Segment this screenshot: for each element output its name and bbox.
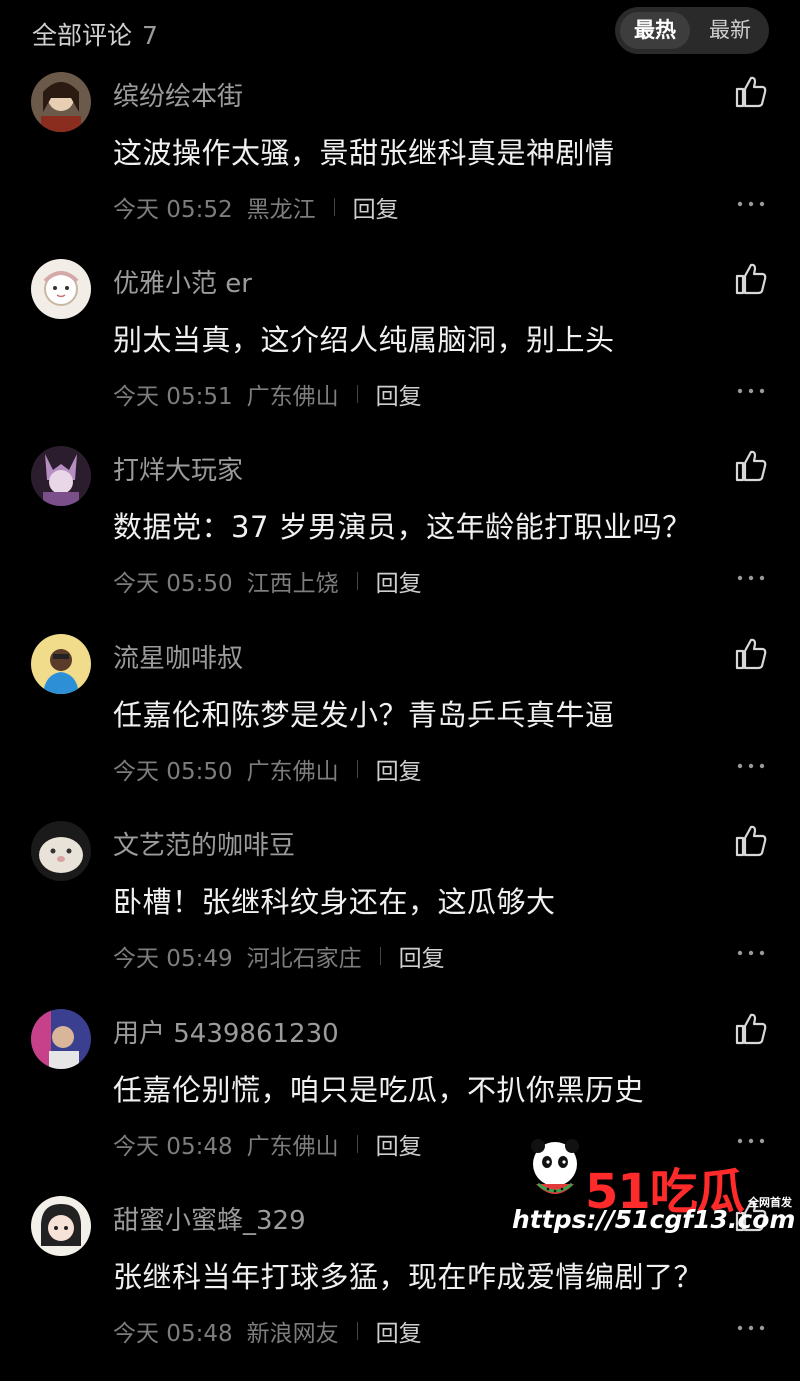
comment-username[interactable]: 文艺范的咖啡豆 — [113, 825, 295, 862]
thumbs-up-icon[interactable] — [733, 823, 769, 859]
comment-username[interactable]: 打烊大玩家 — [113, 450, 243, 487]
more-dots-icon[interactable] — [736, 381, 766, 401]
comment-time: 今天 05:49 — [113, 946, 233, 972]
comment-item: 流星咖啡叔 任嘉伦和陈梦是发小？青岛乒乓真牛逼 今天 05:50 广东佛山 回复 — [0, 634, 800, 819]
reply-button[interactable]: 回复 — [376, 752, 422, 786]
divider — [379, 947, 381, 965]
comment-location: 新浪网友 — [246, 1321, 339, 1347]
divider — [356, 1135, 358, 1153]
comment-username[interactable]: 用户 5439861230 — [113, 1013, 339, 1050]
avatar[interactable] — [31, 259, 91, 319]
comments-header: 全部评论 7 最热 最新 — [0, 0, 800, 68]
comment-username[interactable]: 流星咖啡叔 — [113, 638, 243, 675]
comment-time: 今天 05:50 — [113, 571, 233, 597]
divider — [356, 1322, 358, 1340]
comment-text: 卧槽！张继科纹身还在，这瓜够大 — [113, 885, 556, 919]
comment-time: 今天 05:48 — [113, 1134, 233, 1160]
comment-text: 这波操作太骚，景甜张继科真是神剧情 — [113, 136, 615, 170]
comment-username[interactable]: 优雅小范 er — [113, 263, 252, 300]
comment-location: 黑龙江 — [246, 197, 316, 223]
divider — [356, 572, 358, 590]
reply-button[interactable]: 回复 — [376, 377, 422, 411]
comment-item: 优雅小范 er 别太当真，这介绍人纯属脑洞，别上头 今天 05:51 广东佛山 … — [0, 259, 800, 444]
comment-meta: 今天 05:49 河北石家庄 回复 — [113, 939, 445, 973]
comment-location: 河北石家庄 — [246, 946, 362, 972]
comment-text: 任嘉伦和陈梦是发小？青岛乒乓真牛逼 — [113, 698, 615, 732]
reply-button[interactable]: 回复 — [376, 564, 422, 598]
comment-username[interactable]: 缤纷绘本街 — [113, 76, 243, 113]
reply-button[interactable]: 回复 — [376, 1314, 422, 1348]
thumbs-up-icon[interactable] — [733, 74, 769, 110]
thumbs-up-icon[interactable] — [733, 636, 769, 672]
watermark-url: https://51cgf13.com — [512, 1205, 796, 1234]
comment-location: 江西上饶 — [246, 571, 339, 597]
comment-meta: 今天 05:50 江西上饶 回复 — [113, 564, 422, 598]
comments-count: 7 — [142, 21, 158, 50]
comment-location: 广东佛山 — [246, 1134, 339, 1160]
thumbs-up-icon[interactable] — [733, 1011, 769, 1047]
more-dots-icon[interactable] — [736, 194, 766, 214]
comment-text: 别太当真，这介绍人纯属脑洞，别上头 — [113, 323, 615, 357]
divider — [356, 385, 358, 403]
comment-time: 今天 05:48 — [113, 1321, 233, 1347]
comment-time: 今天 05:50 — [113, 759, 233, 785]
avatar[interactable] — [31, 1196, 91, 1256]
more-dots-icon[interactable] — [736, 568, 766, 588]
thumbs-up-icon[interactable] — [733, 448, 769, 484]
comment-username[interactable]: 甜蜜小蜜蜂_329 — [113, 1200, 306, 1237]
comment-text: 数据党：37 岁男演员，这年龄能打职业吗？ — [113, 510, 692, 544]
avatar[interactable] — [31, 821, 91, 881]
avatar[interactable] — [31, 634, 91, 694]
divider — [356, 760, 358, 778]
avatar[interactable] — [31, 446, 91, 506]
comment-meta: 今天 05:48 广东佛山 回复 — [113, 1127, 422, 1161]
sort-toggle: 最热 最新 — [615, 7, 769, 54]
comment-meta: 今天 05:52 黑龙江 回复 — [113, 190, 399, 224]
comment-time: 今天 05:52 — [113, 197, 233, 223]
comment-location: 广东佛山 — [246, 384, 339, 410]
comment-item: 缤纷绘本街 这波操作太骚，景甜张继科真是神剧情 今天 05:52 黑龙江 回复 — [0, 72, 800, 257]
comments-title-label: 全部评论 — [32, 21, 133, 50]
sort-tab-hot[interactable]: 最热 — [620, 12, 690, 49]
comment-text: 任嘉伦别慌，咱只是吃瓜，不扒你黑历史 — [113, 1073, 645, 1107]
more-dots-icon[interactable] — [736, 1318, 766, 1338]
comments-title: 全部评论 7 — [32, 16, 158, 52]
comment-meta: 今天 05:50 广东佛山 回复 — [113, 752, 422, 786]
avatar[interactable] — [31, 1009, 91, 1069]
comment-meta: 今天 05:51 广东佛山 回复 — [113, 377, 422, 411]
comment-location: 广东佛山 — [246, 759, 339, 785]
thumbs-up-icon[interactable] — [733, 261, 769, 297]
more-dots-icon[interactable] — [736, 756, 766, 776]
watermark: 51吃瓜 全网首发 https://51cgf13.com — [510, 1130, 800, 1240]
avatar[interactable] — [31, 72, 91, 132]
divider — [333, 198, 335, 216]
comment-time: 今天 05:51 — [113, 384, 233, 410]
comment-meta: 今天 05:48 新浪网友 回复 — [113, 1314, 422, 1348]
reply-button[interactable]: 回复 — [399, 939, 445, 973]
reply-button[interactable]: 回复 — [353, 190, 399, 224]
reply-button[interactable]: 回复 — [376, 1127, 422, 1161]
comment-item: 文艺范的咖啡豆 卧槽！张继科纹身还在，这瓜够大 今天 05:49 河北石家庄 回… — [0, 821, 800, 1006]
panda-mascot-icon — [531, 1139, 579, 1194]
comment-text: 张继科当年打球多猛，现在咋成爱情编剧了？ — [113, 1260, 704, 1294]
comment-item: 打烊大玩家 数据党：37 岁男演员，这年龄能打职业吗？ 今天 05:50 江西上… — [0, 446, 800, 631]
more-dots-icon[interactable] — [736, 943, 766, 963]
sort-tab-new[interactable]: 最新 — [695, 12, 765, 49]
